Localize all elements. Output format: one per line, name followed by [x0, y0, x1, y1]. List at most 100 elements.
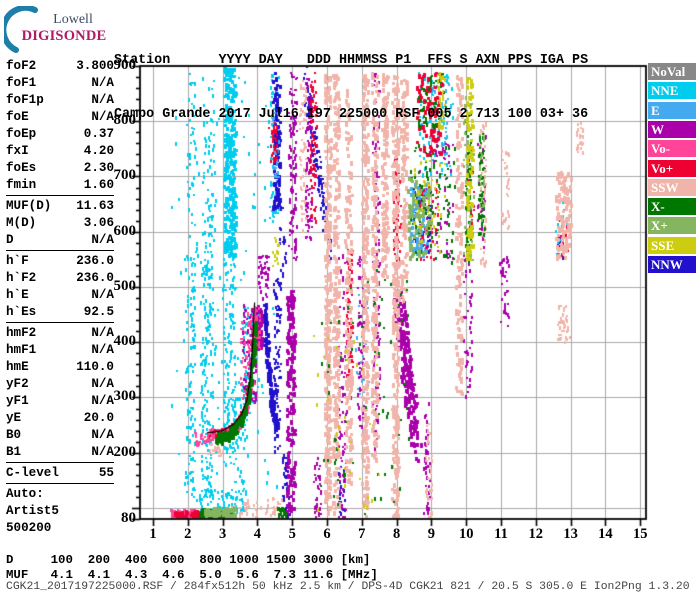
param-value: N/A [91, 93, 114, 107]
x-tick-label: 14 [598, 526, 613, 542]
y-tick-label: 600 [113, 222, 137, 239]
y-tick-label: 800 [113, 112, 137, 129]
x-tick-label: 3 [218, 526, 227, 542]
param-label: fxI [6, 144, 29, 158]
legend-item-x: X+ [648, 217, 696, 235]
header-field-values: Campo Grande 2017 Jul16 197 225000 RSF 0… [114, 107, 589, 122]
param-row: fmin 1.60 [6, 177, 114, 194]
logo-lowell-text: Lowell [53, 12, 93, 27]
param-label: foF2 [6, 59, 37, 73]
param-label: foEp [6, 127, 37, 141]
header-record-block: Station YYYY DAY DDD HHMMSS P1 FFS S AXN… [114, 16, 588, 160]
param-row: foEs 2.30 [6, 160, 114, 177]
param-value: 20.0 [83, 411, 114, 425]
legend-item-nnw: NNW [648, 256, 696, 273]
param-row: hmF1 N/A [6, 342, 114, 359]
legend-item-noval: NoVal [648, 63, 696, 80]
param-label: B1 [6, 445, 22, 459]
param-label: M(D) [6, 216, 37, 230]
legend-item-ssw: SSW [648, 178, 696, 196]
param-row: fxI 4.20 [6, 143, 114, 160]
x-tick-label: 7 [358, 526, 366, 542]
x-tick-label: 12 [528, 526, 544, 542]
legend-item-vo: Vo+ [648, 159, 696, 177]
y-tick-label: 900 [113, 57, 137, 73]
param-row: foF1p N/A [6, 92, 114, 109]
lowell-digisonde-logo: Lowell DIGISONDE [4, 6, 112, 54]
param-row: yF2 N/A [6, 376, 114, 393]
param-label: foE [6, 110, 29, 124]
file-info-row: CGK21_2017197225000.RSF / 284fx512h 50 k… [6, 581, 690, 593]
y-tick-label: 400 [113, 333, 137, 350]
param-separator [6, 250, 114, 251]
param-row: h`F2 236.0 [6, 270, 114, 287]
param-row: foF2 3.800 [6, 58, 114, 75]
param-label: h`Es [6, 305, 37, 319]
param-label: MUF(D) [6, 199, 52, 213]
y-tick-label: 300 [113, 388, 137, 405]
param-row: D N/A [6, 232, 114, 249]
param-row: foEp 0.37 [6, 126, 114, 143]
param-separator [6, 195, 114, 196]
legend-item-vo: Vo- [648, 140, 696, 158]
param-row: foF1 N/A [6, 75, 114, 92]
param-label: B0 [6, 428, 22, 442]
param-value: 110.0 [76, 360, 114, 374]
logo-digisonde-text: DIGISONDE [21, 28, 107, 44]
param-row: hmE 110.0 [6, 359, 114, 376]
param-row: h`E N/A [6, 287, 114, 304]
x-tick-label: 13 [563, 526, 578, 542]
y-tick-label: 200 [113, 443, 137, 460]
param-label: foF1p [6, 93, 44, 107]
param-label: fmin [6, 178, 37, 192]
param-label: h`E [6, 288, 29, 302]
param-value: N/A [91, 76, 114, 90]
param-row: C-level 55 [6, 465, 114, 482]
param-row: B0 N/A [6, 427, 114, 444]
param-row: yF1 N/A [6, 393, 114, 410]
x-tick-label: 4 [253, 526, 262, 542]
param-row: h`F 236.0 [6, 253, 114, 270]
y-tick-label: 80 [121, 510, 136, 526]
param-value: N/A [91, 428, 114, 442]
param-row: yE 20.0 [6, 410, 114, 427]
param-row: MUF(D) 11.63 [6, 198, 114, 215]
x-tick-label: 15 [632, 526, 648, 542]
y-tick-label: 500 [113, 277, 137, 294]
param-label: Artist5 [6, 504, 59, 518]
header-field-names: Station YYYY DAY DDD HHMMSS P1 FFS S AXN… [114, 53, 589, 68]
param-label: yF2 [6, 377, 29, 391]
param-label: hmF1 [6, 343, 37, 357]
x-tick-label: 5 [288, 526, 296, 542]
param-value: 92.5 [83, 305, 114, 319]
param-row: M(D) 3.06 [6, 215, 114, 232]
param-row: 500200 [6, 520, 114, 537]
param-separator [6, 483, 114, 484]
param-label: yE [6, 411, 22, 425]
param-row: Artist5 [6, 503, 114, 520]
x-tick-label: 1 [149, 526, 157, 542]
x-tick-label: 8 [392, 526, 401, 542]
x-tick-label: 11 [494, 526, 508, 542]
param-label: foF1 [6, 76, 37, 90]
param-label: D [6, 233, 14, 247]
param-label: foEs [6, 161, 37, 175]
distance-row: D 100 200 400 600 800 1000 1500 3000 [km… [6, 553, 371, 567]
legend-item-nne: NNE [648, 82, 696, 100]
x-tick-label: 10 [458, 526, 474, 542]
param-label: hmF2 [6, 326, 37, 340]
param-label: C-level [6, 466, 59, 480]
param-value: 55 [98, 466, 114, 480]
y-tick-label: 700 [113, 167, 137, 184]
param-value: 4.20 [83, 144, 114, 158]
param-row: hmF2 N/A [6, 325, 114, 342]
param-label: yF1 [6, 394, 29, 408]
legend-item-e: E [648, 101, 696, 119]
x-tick-label: 6 [323, 526, 331, 542]
param-row: h`Es 92.5 [6, 304, 114, 321]
param-separator [6, 322, 114, 323]
param-label: h`F2 [6, 271, 37, 285]
param-value: 236.0 [76, 254, 114, 268]
legend-item-x: X- [648, 198, 696, 216]
x-tick-label: 9 [427, 526, 436, 542]
